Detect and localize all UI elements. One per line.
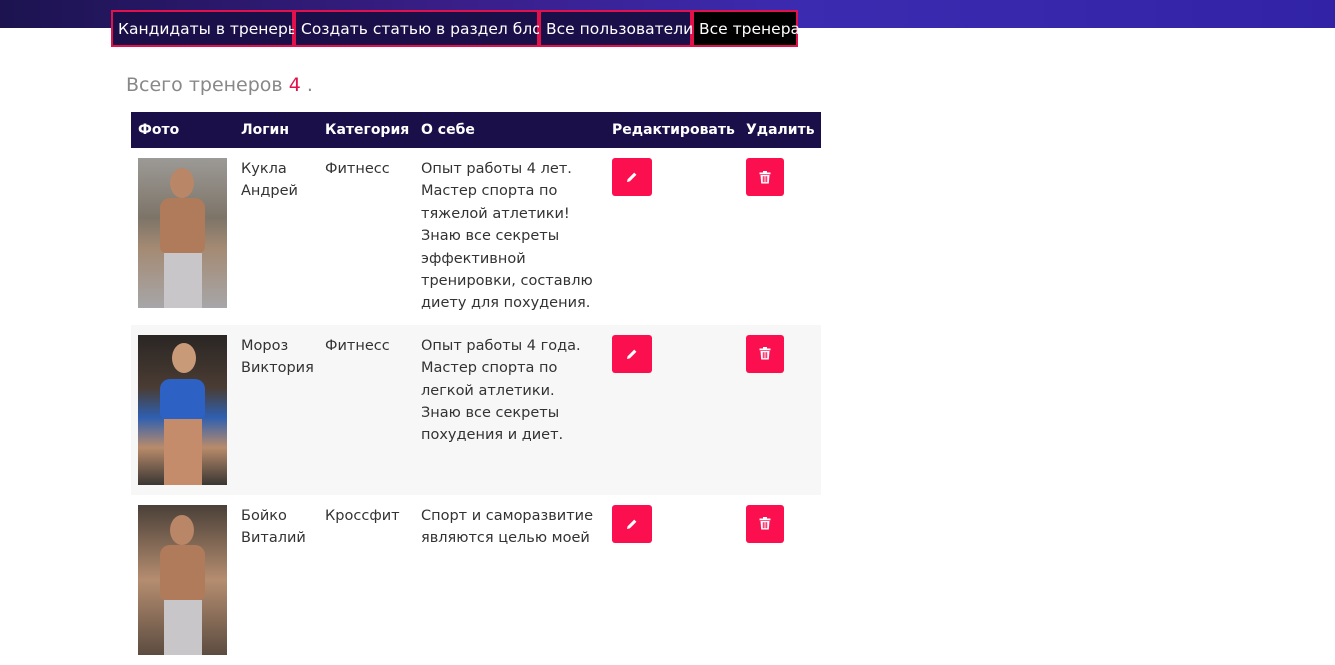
- login-cell: Бойко Виталий: [241, 507, 306, 547]
- about-cell: Спорт и саморазвитие являются целью моей: [421, 507, 593, 547]
- category-cell: Фитнесс: [318, 324, 414, 495]
- col-header-delete: Удалить: [739, 112, 821, 148]
- table-row: Кукла Андрей Фитнесс Опыт работы 4 лет. …: [131, 148, 821, 325]
- about-cell: Опыт работы 4 лет. Мастер спорта по тяже…: [421, 161, 593, 312]
- login-cell: Мороз Виктория: [234, 324, 318, 495]
- edit-button[interactable]: [612, 504, 652, 543]
- nav-all-trainers[interactable]: Все тренера: [692, 10, 800, 47]
- col-header-about: О себе: [414, 112, 605, 148]
- col-header-photo: Фото: [131, 112, 234, 148]
- table-row: Мороз Виктория Фитнесс Опыт работы 4 год…: [131, 324, 821, 495]
- login-cell: Кукла Андрей: [241, 161, 298, 200]
- photo-cell: [131, 148, 234, 325]
- col-header-category: Категория: [318, 112, 414, 148]
- table-header-row: Фото Логин Категория О себе Редактироват…: [131, 112, 821, 148]
- admin-nav: Кандидаты в тренеры Создать статью в раз…: [111, 10, 800, 47]
- edit-button[interactable]: [612, 334, 652, 373]
- category-cell: Фитнесс: [325, 161, 390, 177]
- trainers-total: Всего тренеров 4 .: [126, 74, 313, 96]
- delete-button[interactable]: [746, 158, 784, 196]
- edit-button[interactable]: [612, 158, 652, 196]
- pencil-icon: [627, 519, 637, 529]
- edit-cell: [605, 495, 739, 665]
- trash-icon: [759, 170, 771, 183]
- pencil-icon: [627, 349, 637, 359]
- photo-cell: [131, 324, 234, 495]
- delete-cell: [739, 495, 821, 665]
- edit-cell: [605, 324, 739, 495]
- col-header-login: Логин: [234, 112, 318, 148]
- delete-button[interactable]: [746, 504, 784, 543]
- trainers-total-suffix: .: [306, 74, 313, 96]
- trainer-photo: [138, 158, 227, 308]
- photo-cell: [131, 495, 234, 665]
- nav-all-users[interactable]: Все пользователи: [539, 10, 693, 47]
- nav-trainer-candidates[interactable]: Кандидаты в тренеры: [111, 10, 300, 47]
- trainer-photo: [138, 334, 227, 485]
- col-header-edit: Редактировать: [605, 112, 739, 148]
- table-row: Бойко Виталий Кроссфит Спорт и саморазви…: [131, 495, 821, 665]
- trainers-table: Фото Логин Категория О себе Редактироват…: [131, 112, 821, 665]
- pencil-icon: [627, 172, 637, 182]
- delete-cell: [739, 148, 821, 325]
- nav-create-blog-article[interactable]: Создать статью в раздел блог: [294, 10, 550, 47]
- trash-icon: [759, 347, 771, 360]
- trainers-total-label: Всего тренеров: [126, 74, 283, 96]
- trainers-total-count: 4: [288, 74, 301, 96]
- delete-button[interactable]: [746, 334, 784, 373]
- about-cell: Опыт работы 4 года. Мастер спорта по лег…: [414, 324, 605, 495]
- category-cell: Кроссфит: [325, 507, 400, 524]
- edit-cell: [605, 148, 739, 325]
- trash-icon: [759, 517, 771, 530]
- trainer-photo: [138, 504, 227, 655]
- delete-cell: [739, 324, 821, 495]
